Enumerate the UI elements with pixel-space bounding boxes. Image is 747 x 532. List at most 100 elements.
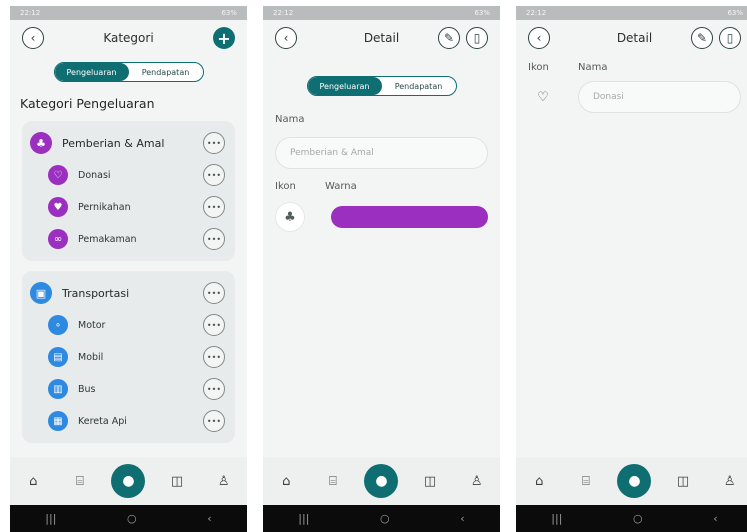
category-row[interactable]: ♣ Pemberian & Amal ••• [30, 127, 225, 159]
header-actions: ✎ ▯ [691, 27, 741, 49]
home-icon[interactable]: ⌂ [524, 474, 554, 489]
subcategory-label: Bus [78, 383, 96, 395]
mic-icon: ● [628, 473, 641, 489]
ellipsis-icon: ••• [206, 416, 222, 426]
bottom-nav: ⌂ ⌸ ● ◫ ♙ [263, 457, 500, 505]
type-toggle: Pengeluaran Pendapatan [306, 76, 457, 96]
status-bar: 22:12 63% [263, 6, 500, 20]
status-bar: 22:12 63% [10, 6, 247, 20]
icon-name-row: ♡ Donasi [528, 81, 741, 113]
more-options-button[interactable]: ••• [203, 282, 225, 304]
name-label: Nama [275, 114, 305, 125]
back-button[interactable]: ‹ [22, 27, 44, 49]
bus-icon: ▥ [48, 379, 68, 399]
charity-icon[interactable]: ♣ [275, 202, 305, 232]
add-category-button[interactable]: + [213, 27, 235, 49]
delete-button[interactable]: ▯ [719, 27, 741, 49]
category-label: Pemberian & Amal [62, 136, 165, 150]
back-system-icon[interactable]: ‹ [713, 512, 717, 525]
donation-icon[interactable]: ♡ [528, 82, 558, 112]
subcategory-row[interactable]: ▥ Bus ••• [30, 373, 225, 405]
subcategory-row[interactable]: ♡ Donasi ••• [30, 159, 225, 191]
more-options-button[interactable]: ••• [203, 378, 225, 400]
subcategory-row[interactable]: ▦ Kereta Api ••• [30, 405, 225, 437]
tab-pendapatan[interactable]: Pendapatan [129, 63, 203, 81]
recents-icon[interactable]: ||| [45, 512, 56, 525]
bank-icon[interactable]: ⌸ [318, 474, 348, 489]
category-row[interactable]: ▣ Transportasi ••• [30, 277, 225, 309]
name-field[interactable]: Donasi [578, 81, 741, 113]
profile-icon[interactable]: ♙ [715, 474, 745, 489]
chevron-left-icon: ‹ [283, 31, 289, 45]
edit-button[interactable]: ✎ [691, 27, 713, 49]
profile-icon[interactable]: ♙ [462, 474, 492, 489]
ellipsis-icon: ••• [206, 202, 222, 212]
wallet-icon[interactable]: ◫ [415, 474, 445, 489]
tab-pengeluaran[interactable]: Pengeluaran [307, 77, 382, 95]
subcategory-label: Pemakaman [78, 233, 137, 245]
ellipsis-icon: ••• [206, 352, 222, 362]
wallet-icon[interactable]: ◫ [162, 474, 192, 489]
back-system-icon[interactable]: ‹ [207, 512, 211, 525]
mic-button[interactable]: ● [617, 464, 652, 498]
back-button[interactable]: ‹ [528, 27, 550, 49]
subcategory-row[interactable]: ∘ Motor ••• [30, 309, 225, 341]
header-actions: ✎ ▯ [438, 27, 488, 49]
bank-icon[interactable]: ⌸ [65, 474, 95, 489]
kategori-screen: 22:12 63% ‹ Kategori + Pengeluaran Penda… [10, 6, 247, 532]
ellipsis-icon: ••• [206, 138, 222, 148]
color-picker[interactable] [331, 206, 488, 228]
ellipsis-icon: ••• [206, 234, 222, 244]
status-time: 22:12 [526, 9, 547, 17]
more-options-button[interactable]: ••• [203, 164, 225, 186]
back-button[interactable]: ‹ [275, 27, 297, 49]
mic-button[interactable]: ● [111, 464, 146, 498]
more-options-button[interactable]: ••• [203, 228, 225, 250]
top-bar: ‹ Detail ✎ ▯ [263, 20, 500, 56]
status-battery: 63% [474, 9, 490, 17]
more-options-button[interactable]: ••• [203, 314, 225, 336]
detail-screen-category: 22:12 63% ‹ Detail ✎ ▯ Pengeluaran Penda… [263, 6, 500, 532]
recents-icon[interactable]: ||| [551, 512, 562, 525]
icon-color-row: ♣ [275, 202, 488, 232]
more-options-button[interactable]: ••• [203, 196, 225, 218]
back-system-icon[interactable]: ‹ [460, 512, 464, 525]
more-options-button[interactable]: ••• [203, 410, 225, 432]
subcategory-row[interactable]: ▤ Mobil ••• [30, 341, 225, 373]
status-time: 22:12 [20, 9, 41, 17]
home-system-icon[interactable]: ○ [127, 512, 137, 525]
more-options-button[interactable]: ••• [203, 346, 225, 368]
car-icon: ▤ [48, 347, 68, 367]
type-toggle: Pengeluaran Pendapatan [53, 62, 204, 82]
system-nav: ||| ○ ‹ [10, 505, 247, 532]
home-system-icon[interactable]: ○ [380, 512, 390, 525]
status-time: 22:12 [273, 9, 294, 17]
name-field[interactable]: Pemberian & Amal [275, 137, 488, 169]
profile-icon[interactable]: ♙ [209, 474, 239, 489]
tab-pendapatan[interactable]: Pendapatan [382, 77, 456, 95]
tab-pengeluaran[interactable]: Pengeluaran [54, 63, 129, 81]
subcategory-row[interactable]: ∞ Pemakaman ••• [30, 223, 225, 255]
home-system-icon[interactable]: ○ [633, 512, 643, 525]
delete-button[interactable]: ▯ [466, 27, 488, 49]
mic-button[interactable]: ● [364, 464, 399, 498]
subcategory-label: Kereta Api [78, 415, 127, 427]
wallet-icon[interactable]: ◫ [668, 474, 698, 489]
home-icon[interactable]: ⌂ [18, 474, 48, 489]
more-options-button[interactable]: ••• [203, 132, 225, 154]
subcategory-label: Mobil [78, 351, 104, 363]
home-icon[interactable]: ⌂ [271, 474, 301, 489]
system-nav: ||| ○ ‹ [263, 505, 500, 532]
bank-icon[interactable]: ⌸ [571, 474, 601, 489]
subcategory-label: Donasi [78, 169, 111, 181]
edit-button[interactable]: ✎ [438, 27, 460, 49]
subcategory-label: Motor [78, 319, 106, 331]
subcategory-row[interactable]: ♥ Pernikahan ••• [30, 191, 225, 223]
recents-icon[interactable]: ||| [298, 512, 309, 525]
trash-icon: ▯ [473, 31, 481, 45]
icon-label: Ikon [528, 62, 549, 73]
status-bar: 22:12 63% [516, 6, 747, 20]
icon-name-labels: Ikon Nama [528, 62, 741, 73]
page-title: Kategori [103, 31, 154, 45]
status-battery: 63% [221, 9, 237, 17]
